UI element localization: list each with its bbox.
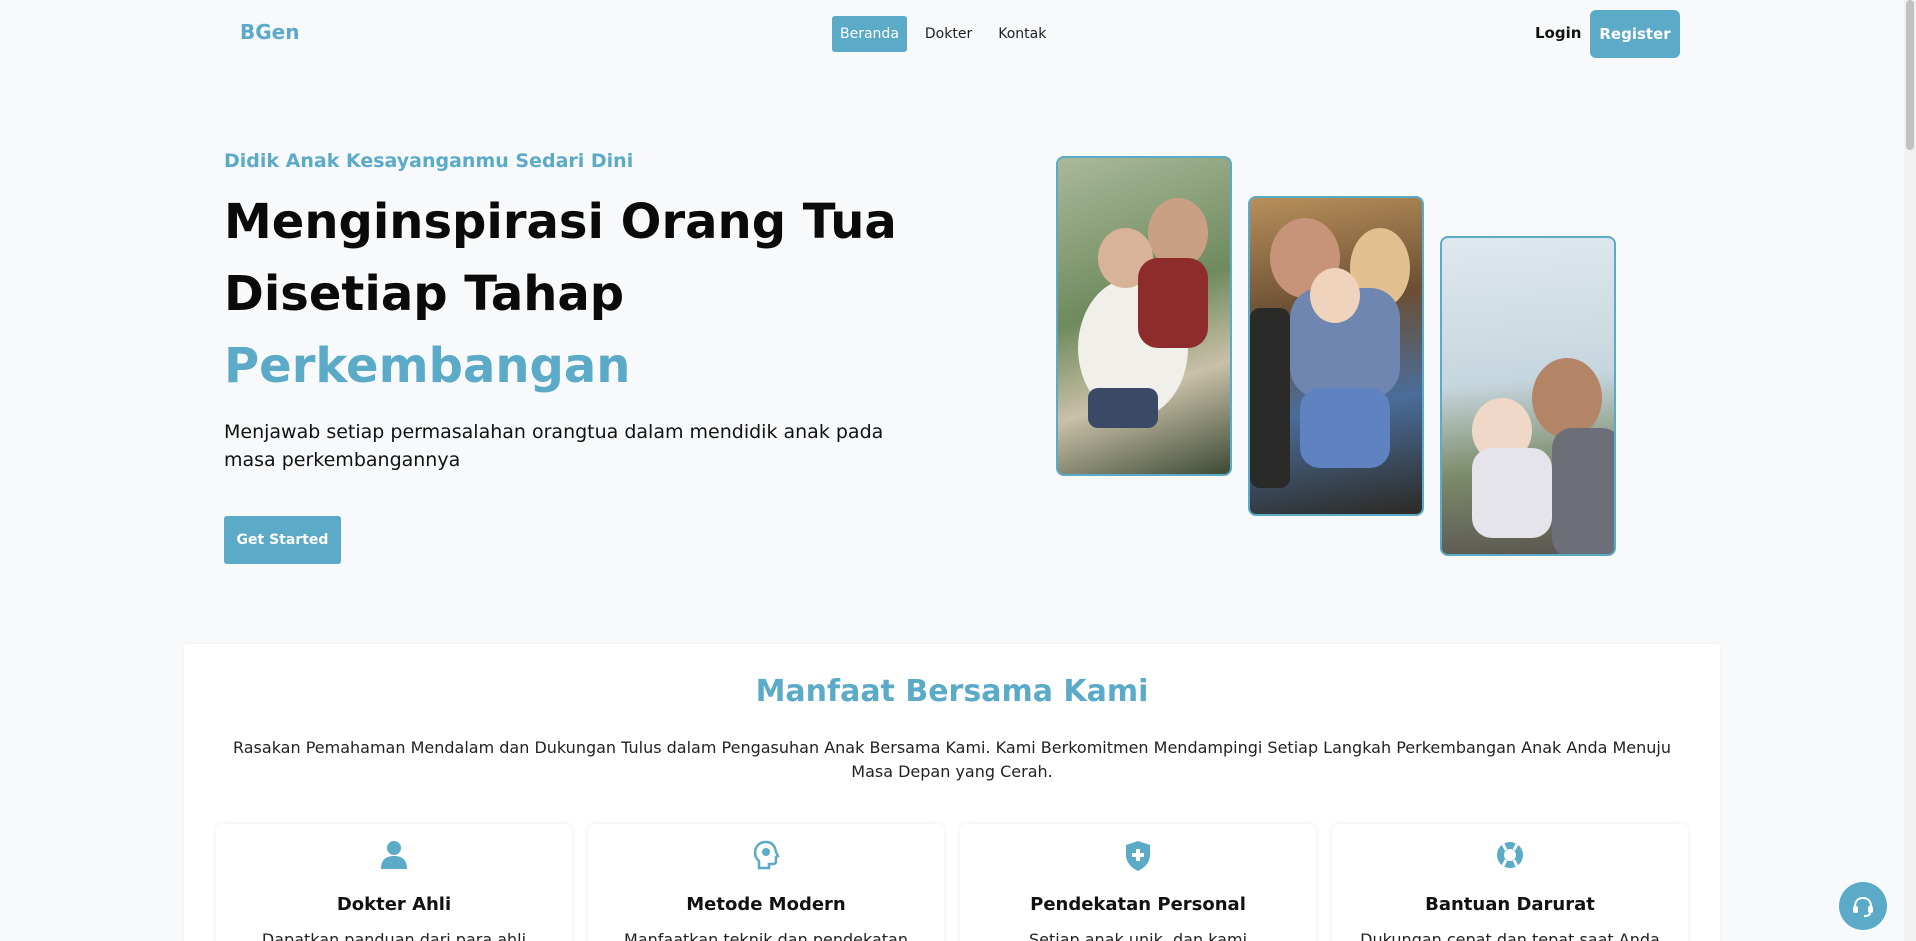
benefit-cards: Dokter Ahli Dapatkan panduan dari para a… [216,824,1688,941]
nav-links: Beranda Dokter Kontak [832,16,1054,52]
shield-plus-icon [960,840,1316,872]
card-text: Dukungan cepat dan tepat saat Anda [1360,930,1660,941]
hero-title-line1: Menginspirasi Orang Tua [224,194,897,250]
nav-link-kontak[interactable]: Kontak [990,16,1054,52]
card-title: Pendekatan Personal [1030,894,1246,915]
scrollbar-thumb[interactable] [1906,0,1914,150]
benefits-section: Manfaat Bersama Kami Rasakan Pemahaman M… [184,644,1720,941]
nav-link-dokter[interactable]: Dokter [917,16,980,52]
support-chat-button[interactable] [1839,882,1887,930]
get-started-button[interactable]: Get Started [224,516,341,564]
hero-title-line2: Disetiap Tahap [224,266,625,322]
register-button[interactable]: Register [1590,10,1680,58]
lifebuoy-icon [1332,840,1688,872]
brain-icon [588,840,944,872]
card-text: Setiap anak unik, dan kami [1028,930,1248,941]
benefits-description: Rasakan Pemahaman Mendalam dan Dukungan … [232,738,1672,781]
benefit-card-dokter-ahli: Dokter Ahli Dapatkan panduan dari para a… [216,824,572,941]
hero-title-accent: Perkembangan [224,338,631,394]
hero-photo-mother-daughter-swing [1056,156,1232,476]
benefit-card-bantuan-darurat: Bantuan Darurat Dukungan cepat dan tepat… [1332,824,1688,941]
login-link[interactable]: Login [1535,24,1581,42]
nav-link-beranda[interactable]: Beranda [832,16,907,52]
headset-icon [1853,896,1873,917]
hero-description: Menjawab setiap permasalahan orangtua da… [224,421,884,471]
hero-photo-parents-baby [1248,196,1424,516]
card-title: Dokter Ahli [336,894,452,915]
benefit-card-metode-modern: Metode Modern Manfaatkan teknik dan pend… [588,824,944,941]
card-title: Bantuan Darurat [1425,894,1595,915]
hero-title: Menginspirasi Orang Tua Disetiap Tahap P… [224,186,924,402]
benefits-title: Manfaat Bersama Kami [755,674,1149,709]
hero-photo-father-baby [1440,236,1616,556]
navbar: BGen Beranda Dokter Kontak Login Registe… [0,0,1904,68]
benefit-card-pendekatan-personal: Pendekatan Personal Setiap anak unik, da… [960,824,1316,941]
person-icon [216,840,572,872]
page-scrollbar[interactable] [1904,0,1916,941]
card-text: Dapatkan panduan dari para ahli [261,930,527,941]
card-text: Manfaatkan teknik dan pendekatan [624,930,908,941]
hero-subtitle: Didik Anak Kesayanganmu Sedari Dini [224,150,634,172]
brand-logo[interactable]: BGen [240,20,299,44]
card-title: Metode Modern [686,894,846,915]
